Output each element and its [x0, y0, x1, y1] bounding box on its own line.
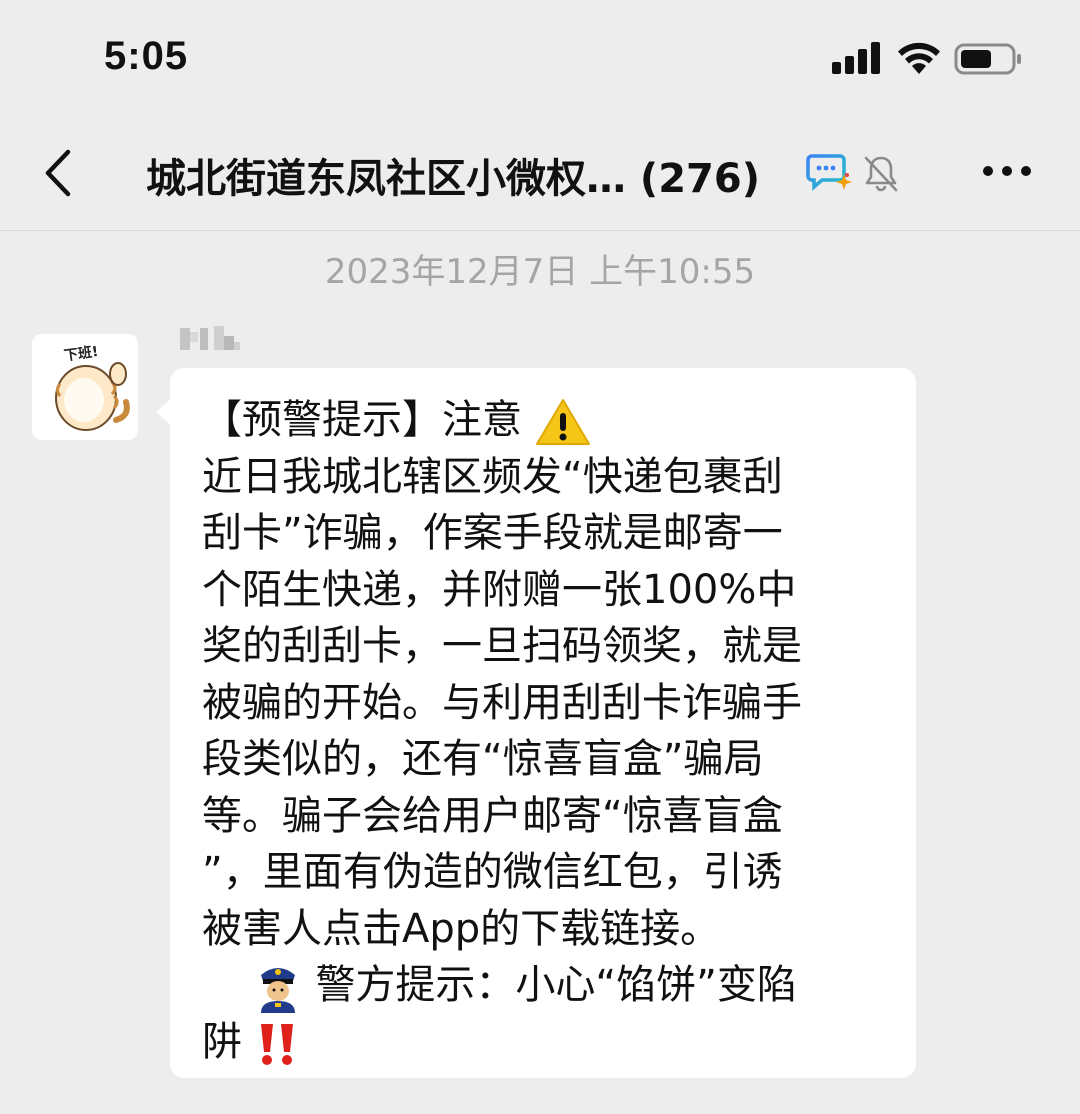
cat-sticker-avatar-icon: 下班!	[32, 334, 138, 440]
message-line: 近日我城北辖区频发“快递包裹刮	[202, 453, 783, 500]
chat-bot-icon	[806, 154, 852, 191]
message-line-text: 警方提示：小心“馅饼”变陷	[315, 962, 797, 1008]
message-line: 警方提示：小心“馅饼”变陷	[202, 957, 892, 1014]
message-timestamp: 2023年12月7日 上午10:55	[324, 252, 756, 292]
wifi-icon	[898, 42, 940, 74]
battery-icon	[954, 43, 1021, 75]
chat-header: 城北街道东凤社区小微权… (276)	[0, 120, 1080, 231]
message-line-text: 【预警提示】注意	[202, 397, 522, 443]
status-time: 5:05	[104, 34, 189, 78]
message-line: 段类似的，还有“惊喜盲盒”骗局	[202, 736, 764, 782]
chat-title: 城北街道东凤社区小微权… (276)	[146, 156, 760, 202]
message-bubble[interactable]: 【预警提示】注意 近日我城北辖区频发“快递包裹刮 刮卡”诈骗，作案手段就是邮寄一…	[170, 368, 916, 1078]
message-line: 被害人点击App的下载链接。	[202, 905, 721, 952]
message-line: 个陌生快递，并附赠一张100%中	[202, 566, 797, 613]
message-line: 刮卡”诈骗，作案手段就是邮寄一	[202, 510, 783, 556]
double-exclamation-icon	[260, 1023, 293, 1065]
warning-icon	[535, 399, 590, 445]
message-line: 【预警提示】注意	[202, 392, 892, 449]
mute-bell-icon	[864, 156, 898, 192]
back-icon[interactable]	[40, 148, 76, 198]
message-line: 阱	[202, 1014, 892, 1071]
avatar[interactable]: 下班!	[32, 334, 138, 440]
more-icon[interactable]	[980, 154, 1034, 188]
message-line: 奖的刮刮卡，一旦扫码领奖，就是	[202, 623, 802, 669]
status-bar: 5:05	[0, 0, 1080, 120]
message-text: 【预警提示】注意 近日我城北辖区频发“快递包裹刮 刮卡”诈骗，作案手段就是邮寄一…	[202, 392, 892, 1070]
message-line: 等。骗子会给用户邮寄“惊喜盲盒	[202, 792, 783, 839]
sender-name	[176, 322, 246, 356]
message-line-text: 阱	[202, 1018, 242, 1065]
cellular-signal-icon	[832, 42, 880, 74]
message-line: ”，里面有伪造的微信红包，引诱	[202, 849, 783, 895]
police-officer-icon	[260, 968, 295, 1013]
message-line: 被骗的开始。与利用刮刮卡诈骗手	[202, 679, 802, 726]
